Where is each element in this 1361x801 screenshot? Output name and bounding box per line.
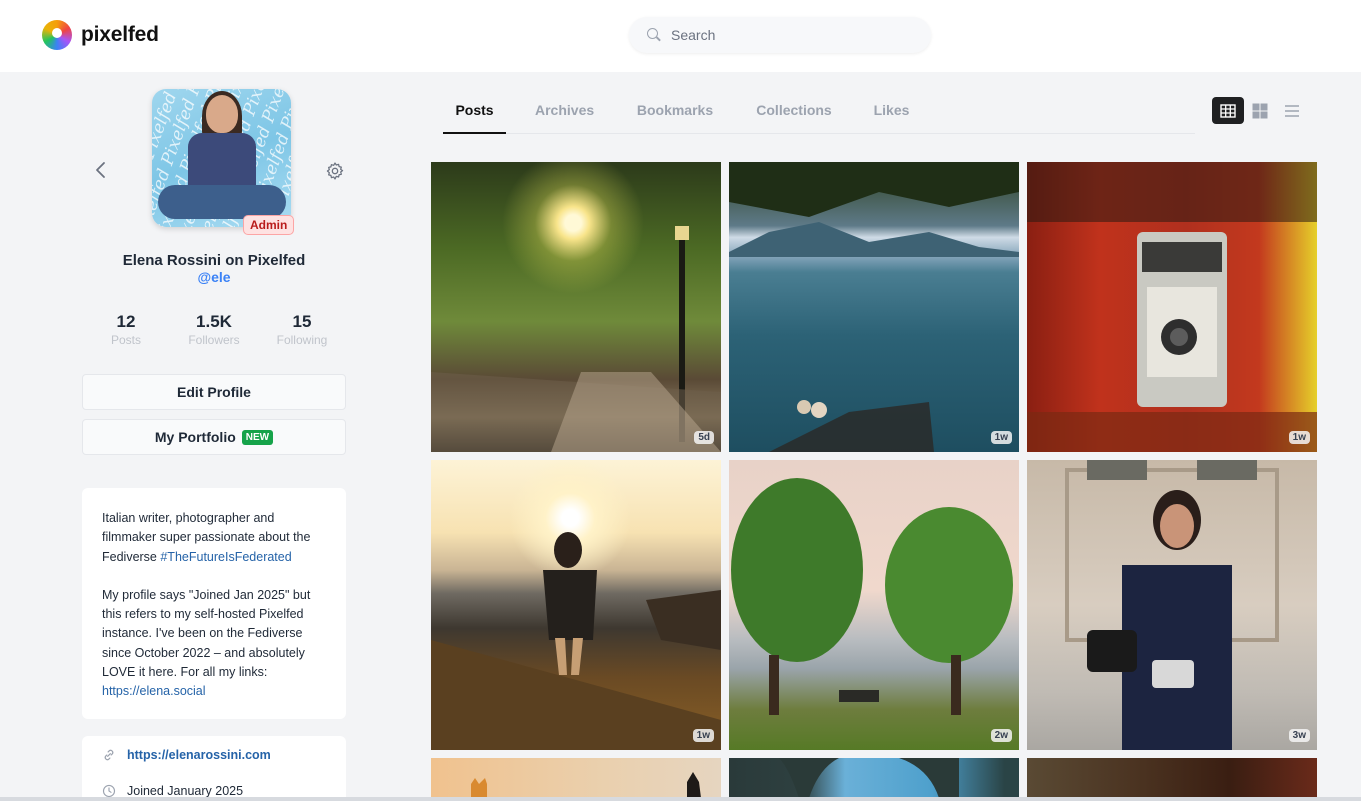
clock-icon: [102, 784, 116, 798]
tab-archives[interactable]: Archives: [535, 95, 594, 133]
tab-likes[interactable]: Likes: [873, 95, 910, 133]
website-row: https://elenarossini.com: [102, 746, 326, 764]
list-icon: [1285, 104, 1299, 117]
post-age: 2w: [990, 729, 1012, 742]
bio-paragraph: My profile says "Joined Jan 2025" but th…: [102, 587, 311, 699]
post-tile[interactable]: 1w: [431, 460, 721, 750]
display-name: Elena Rossini on Pixelfed: [122, 252, 306, 269]
admin-badge: Admin: [243, 215, 295, 235]
website-link[interactable]: https://elenarossini.com: [127, 748, 271, 762]
grid-3-icon: [1220, 103, 1236, 118]
tab-collections[interactable]: Collections: [755, 95, 833, 133]
new-badge: NEW: [241, 429, 274, 445]
gear-icon[interactable]: [325, 161, 345, 181]
search-box[interactable]: [629, 17, 931, 53]
logo-link[interactable]: pixelfed: [42, 20, 159, 50]
avatar[interactable]: Pixelfed Pixelfed Pixelfed Pixelfed Pixel…: [152, 89, 291, 227]
profile-stats: 12 Posts 1.5K Followers 15 Following: [82, 312, 346, 347]
post-tile[interactable]: [431, 758, 721, 798]
post-tile[interactable]: [729, 758, 1019, 798]
profile-info-card: https://elenarossini.com Joined January …: [82, 736, 346, 801]
bio-paragraph: Italian writer, photographer and filmmak…: [102, 511, 311, 564]
post-age: 5d: [694, 431, 714, 444]
post-age: 1w: [990, 431, 1012, 444]
app-name: pixelfed: [81, 23, 159, 46]
post-age: 3w: [1288, 729, 1310, 742]
post-tile[interactable]: 1w: [1027, 162, 1317, 452]
joined-date: Joined January 2025: [127, 784, 244, 798]
edit-profile-button[interactable]: Edit Profile: [82, 374, 346, 410]
tab-posts[interactable]: Posts: [443, 95, 506, 134]
hashtag-link[interactable]: #TheFutureIsFederated: [160, 550, 291, 564]
post-tile[interactable]: 3w: [1027, 460, 1317, 750]
post-tile[interactable]: 1w: [729, 162, 1019, 452]
posts-grid: 5d 1w 1w 1w 2w 3w: [431, 162, 1317, 798]
post-tile[interactable]: 2w: [729, 460, 1019, 750]
post-tile[interactable]: [1027, 758, 1317, 798]
username-handle[interactable]: @ele: [82, 269, 346, 285]
post-age: 1w: [1288, 431, 1310, 444]
post-age: 1w: [692, 729, 714, 742]
stat-following[interactable]: 15 Following: [258, 312, 346, 347]
tab-bookmarks[interactable]: Bookmarks: [636, 95, 714, 133]
grid-3-view-button[interactable]: [1212, 97, 1244, 124]
profile-tabs: Posts Archives Bookmarks Collections Lik…: [443, 95, 1195, 134]
post-tile[interactable]: 5d: [431, 162, 721, 452]
chevron-left-icon[interactable]: [92, 161, 110, 179]
search-input[interactable]: [671, 27, 911, 43]
bio-link[interactable]: https://elena.social: [102, 684, 206, 698]
pixelfed-logo-icon: [42, 20, 72, 50]
scroll-edge: [0, 797, 1361, 801]
grid-2-view-button[interactable]: [1244, 97, 1276, 124]
top-navbar: pixelfed: [0, 0, 1361, 72]
link-icon: [104, 749, 114, 761]
view-mode-toggles: [1212, 97, 1308, 124]
bio-card: Italian writer, photographer and filmmak…: [82, 488, 346, 719]
search-icon: [647, 28, 661, 42]
list-view-button[interactable]: [1276, 97, 1308, 124]
stat-followers[interactable]: 1.5K Followers: [170, 312, 258, 347]
stat-posts[interactable]: 12 Posts: [82, 312, 170, 347]
grid-2-icon: [1252, 103, 1268, 118]
my-portfolio-button[interactable]: My Portfolio NEW: [82, 419, 346, 455]
